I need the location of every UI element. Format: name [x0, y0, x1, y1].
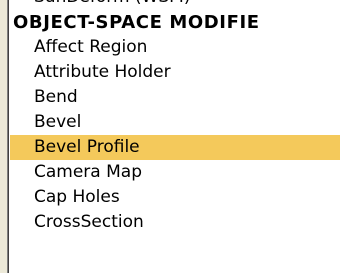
section-header-object-space: OBJECT-SPACE MODIFIE	[13, 12, 260, 33]
list-item-clipped[interactable]: SunDeform (WSM)	[10, 0, 340, 10]
list-item-camera-map[interactable]: Camera Map	[10, 160, 340, 185]
modifier-list[interactable]: SunDeform (WSM) OBJECT-SPACE MODIFIE Aff…	[10, 0, 340, 235]
list-item-cap-holes[interactable]: Cap Holes	[10, 185, 340, 210]
panel-left-border	[0, 0, 8, 273]
list-item-bevel[interactable]: Bevel	[10, 110, 340, 135]
list-item-affect-region[interactable]: Affect Region	[10, 35, 340, 60]
modifier-list-panel: SunDeform (WSM) OBJECT-SPACE MODIFIE Aff…	[0, 0, 358, 273]
list-item-crosssection[interactable]: CrossSection	[10, 210, 340, 235]
panel-left-divider	[8, 0, 9, 273]
list-item-bevel-profile[interactable]: Bevel Profile	[10, 135, 340, 160]
list-item-attribute-holder[interactable]: Attribute Holder	[10, 60, 340, 85]
list-item-bend[interactable]: Bend	[10, 85, 340, 110]
